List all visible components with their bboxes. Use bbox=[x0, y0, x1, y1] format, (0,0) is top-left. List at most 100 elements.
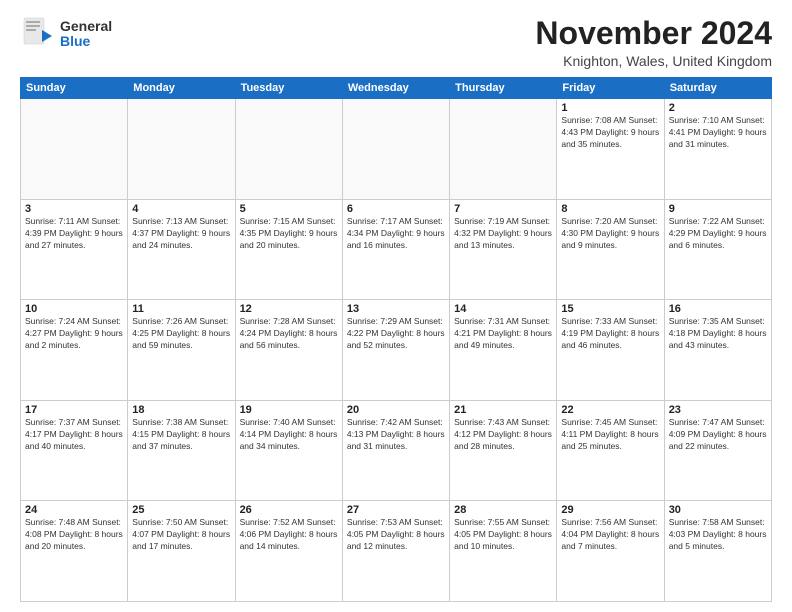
logo: General Blue bbox=[20, 16, 112, 52]
day-info-17: Sunrise: 7:37 AM Sunset: 4:17 PM Dayligh… bbox=[25, 417, 123, 453]
calendar-cell-w5-d4: 28Sunrise: 7:55 AM Sunset: 4:05 PM Dayli… bbox=[450, 501, 557, 602]
calendar-cell-w4-d4: 21Sunrise: 7:43 AM Sunset: 4:12 PM Dayli… bbox=[450, 400, 557, 501]
day-number-13: 13 bbox=[347, 303, 445, 315]
calendar-cell-w4-d6: 23Sunrise: 7:47 AM Sunset: 4:09 PM Dayli… bbox=[664, 400, 771, 501]
day-info-20: Sunrise: 7:42 AM Sunset: 4:13 PM Dayligh… bbox=[347, 417, 445, 453]
day-info-30: Sunrise: 7:58 AM Sunset: 4:03 PM Dayligh… bbox=[669, 517, 767, 553]
day-info-9: Sunrise: 7:22 AM Sunset: 4:29 PM Dayligh… bbox=[669, 216, 767, 252]
calendar-cell-w1-d6: 2Sunrise: 7:10 AM Sunset: 4:41 PM Daylig… bbox=[664, 99, 771, 200]
calendar-cell-w2-d6: 9Sunrise: 7:22 AM Sunset: 4:29 PM Daylig… bbox=[664, 199, 771, 300]
day-info-1: Sunrise: 7:08 AM Sunset: 4:43 PM Dayligh… bbox=[561, 115, 659, 151]
weekday-header-row: Sunday Monday Tuesday Wednesday Thursday… bbox=[21, 78, 772, 99]
day-number-12: 12 bbox=[240, 303, 338, 315]
calendar-cell-w5-d1: 25Sunrise: 7:50 AM Sunset: 4:07 PM Dayli… bbox=[128, 501, 235, 602]
day-number-30: 30 bbox=[669, 504, 767, 516]
day-number-22: 22 bbox=[561, 404, 659, 416]
calendar-cell-w4-d5: 22Sunrise: 7:45 AM Sunset: 4:11 PM Dayli… bbox=[557, 400, 664, 501]
day-info-25: Sunrise: 7:50 AM Sunset: 4:07 PM Dayligh… bbox=[132, 517, 230, 553]
day-number-10: 10 bbox=[25, 303, 123, 315]
day-info-22: Sunrise: 7:45 AM Sunset: 4:11 PM Dayligh… bbox=[561, 417, 659, 453]
day-number-9: 9 bbox=[669, 203, 767, 215]
day-number-8: 8 bbox=[561, 203, 659, 215]
day-info-2: Sunrise: 7:10 AM Sunset: 4:41 PM Dayligh… bbox=[669, 115, 767, 151]
calendar-cell-w1-d2 bbox=[235, 99, 342, 200]
day-info-7: Sunrise: 7:19 AM Sunset: 4:32 PM Dayligh… bbox=[454, 216, 552, 252]
calendar-cell-w3-d4: 14Sunrise: 7:31 AM Sunset: 4:21 PM Dayli… bbox=[450, 300, 557, 401]
calendar-cell-w3-d0: 10Sunrise: 7:24 AM Sunset: 4:27 PM Dayli… bbox=[21, 300, 128, 401]
week-row-3: 10Sunrise: 7:24 AM Sunset: 4:27 PM Dayli… bbox=[21, 300, 772, 401]
day-info-13: Sunrise: 7:29 AM Sunset: 4:22 PM Dayligh… bbox=[347, 316, 445, 352]
calendar-cell-w5-d2: 26Sunrise: 7:52 AM Sunset: 4:06 PM Dayli… bbox=[235, 501, 342, 602]
day-info-24: Sunrise: 7:48 AM Sunset: 4:08 PM Dayligh… bbox=[25, 517, 123, 553]
day-info-27: Sunrise: 7:53 AM Sunset: 4:05 PM Dayligh… bbox=[347, 517, 445, 553]
day-number-3: 3 bbox=[25, 203, 123, 215]
day-number-25: 25 bbox=[132, 504, 230, 516]
day-info-5: Sunrise: 7:15 AM Sunset: 4:35 PM Dayligh… bbox=[240, 216, 338, 252]
day-info-14: Sunrise: 7:31 AM Sunset: 4:21 PM Dayligh… bbox=[454, 316, 552, 352]
day-info-6: Sunrise: 7:17 AM Sunset: 4:34 PM Dayligh… bbox=[347, 216, 445, 252]
day-number-18: 18 bbox=[132, 404, 230, 416]
logo-icon bbox=[20, 16, 56, 52]
day-number-4: 4 bbox=[132, 203, 230, 215]
header-tuesday: Tuesday bbox=[235, 78, 342, 99]
logo-blue-text: Blue bbox=[60, 34, 112, 49]
calendar-cell-w1-d4 bbox=[450, 99, 557, 200]
week-row-1: 1Sunrise: 7:08 AM Sunset: 4:43 PM Daylig… bbox=[21, 99, 772, 200]
day-info-29: Sunrise: 7:56 AM Sunset: 4:04 PM Dayligh… bbox=[561, 517, 659, 553]
day-number-29: 29 bbox=[561, 504, 659, 516]
day-number-11: 11 bbox=[132, 303, 230, 315]
day-number-2: 2 bbox=[669, 102, 767, 114]
title-block: November 2024 Knighton, Wales, United Ki… bbox=[535, 16, 772, 69]
day-info-26: Sunrise: 7:52 AM Sunset: 4:06 PM Dayligh… bbox=[240, 517, 338, 553]
calendar-cell-w3-d3: 13Sunrise: 7:29 AM Sunset: 4:22 PM Dayli… bbox=[342, 300, 449, 401]
day-number-24: 24 bbox=[25, 504, 123, 516]
calendar-cell-w2-d2: 5Sunrise: 7:15 AM Sunset: 4:35 PM Daylig… bbox=[235, 199, 342, 300]
day-info-19: Sunrise: 7:40 AM Sunset: 4:14 PM Dayligh… bbox=[240, 417, 338, 453]
calendar-cell-w1-d1 bbox=[128, 99, 235, 200]
header: General Blue November 2024 Knighton, Wal… bbox=[20, 16, 772, 69]
calendar-cell-w2-d5: 8Sunrise: 7:20 AM Sunset: 4:30 PM Daylig… bbox=[557, 199, 664, 300]
header-friday: Friday bbox=[557, 78, 664, 99]
day-info-4: Sunrise: 7:13 AM Sunset: 4:37 PM Dayligh… bbox=[132, 216, 230, 252]
logo-text: General Blue bbox=[60, 19, 112, 50]
day-number-19: 19 bbox=[240, 404, 338, 416]
calendar-cell-w2-d4: 7Sunrise: 7:19 AM Sunset: 4:32 PM Daylig… bbox=[450, 199, 557, 300]
calendar-cell-w3-d6: 16Sunrise: 7:35 AM Sunset: 4:18 PM Dayli… bbox=[664, 300, 771, 401]
header-saturday: Saturday bbox=[664, 78, 771, 99]
day-info-21: Sunrise: 7:43 AM Sunset: 4:12 PM Dayligh… bbox=[454, 417, 552, 453]
logo-general-text: General bbox=[60, 19, 112, 34]
calendar-cell-w3-d5: 15Sunrise: 7:33 AM Sunset: 4:19 PM Dayli… bbox=[557, 300, 664, 401]
day-info-12: Sunrise: 7:28 AM Sunset: 4:24 PM Dayligh… bbox=[240, 316, 338, 352]
calendar-cell-w1-d0 bbox=[21, 99, 128, 200]
calendar-cell-w4-d2: 19Sunrise: 7:40 AM Sunset: 4:14 PM Dayli… bbox=[235, 400, 342, 501]
day-number-20: 20 bbox=[347, 404, 445, 416]
header-thursday: Thursday bbox=[450, 78, 557, 99]
day-number-1: 1 bbox=[561, 102, 659, 114]
day-number-5: 5 bbox=[240, 203, 338, 215]
week-row-5: 24Sunrise: 7:48 AM Sunset: 4:08 PM Dayli… bbox=[21, 501, 772, 602]
day-info-16: Sunrise: 7:35 AM Sunset: 4:18 PM Dayligh… bbox=[669, 316, 767, 352]
day-info-8: Sunrise: 7:20 AM Sunset: 4:30 PM Dayligh… bbox=[561, 216, 659, 252]
day-number-7: 7 bbox=[454, 203, 552, 215]
location-subtitle: Knighton, Wales, United Kingdom bbox=[535, 53, 772, 69]
day-number-26: 26 bbox=[240, 504, 338, 516]
day-number-6: 6 bbox=[347, 203, 445, 215]
calendar-cell-w4-d3: 20Sunrise: 7:42 AM Sunset: 4:13 PM Dayli… bbox=[342, 400, 449, 501]
calendar-cell-w2-d3: 6Sunrise: 7:17 AM Sunset: 4:34 PM Daylig… bbox=[342, 199, 449, 300]
calendar-cell-w5-d3: 27Sunrise: 7:53 AM Sunset: 4:05 PM Dayli… bbox=[342, 501, 449, 602]
calendar-cell-w4-d1: 18Sunrise: 7:38 AM Sunset: 4:15 PM Dayli… bbox=[128, 400, 235, 501]
header-wednesday: Wednesday bbox=[342, 78, 449, 99]
calendar-cell-w5-d0: 24Sunrise: 7:48 AM Sunset: 4:08 PM Dayli… bbox=[21, 501, 128, 602]
calendar-cell-w5-d5: 29Sunrise: 7:56 AM Sunset: 4:04 PM Dayli… bbox=[557, 501, 664, 602]
header-monday: Monday bbox=[128, 78, 235, 99]
calendar-cell-w3-d1: 11Sunrise: 7:26 AM Sunset: 4:25 PM Dayli… bbox=[128, 300, 235, 401]
calendar-cell-w3-d2: 12Sunrise: 7:28 AM Sunset: 4:24 PM Dayli… bbox=[235, 300, 342, 401]
day-number-27: 27 bbox=[347, 504, 445, 516]
calendar-table: Sunday Monday Tuesday Wednesday Thursday… bbox=[20, 77, 772, 602]
calendar-cell-w1-d5: 1Sunrise: 7:08 AM Sunset: 4:43 PM Daylig… bbox=[557, 99, 664, 200]
day-info-10: Sunrise: 7:24 AM Sunset: 4:27 PM Dayligh… bbox=[25, 316, 123, 352]
day-info-28: Sunrise: 7:55 AM Sunset: 4:05 PM Dayligh… bbox=[454, 517, 552, 553]
day-number-14: 14 bbox=[454, 303, 552, 315]
header-sunday: Sunday bbox=[21, 78, 128, 99]
week-row-2: 3Sunrise: 7:11 AM Sunset: 4:39 PM Daylig… bbox=[21, 199, 772, 300]
